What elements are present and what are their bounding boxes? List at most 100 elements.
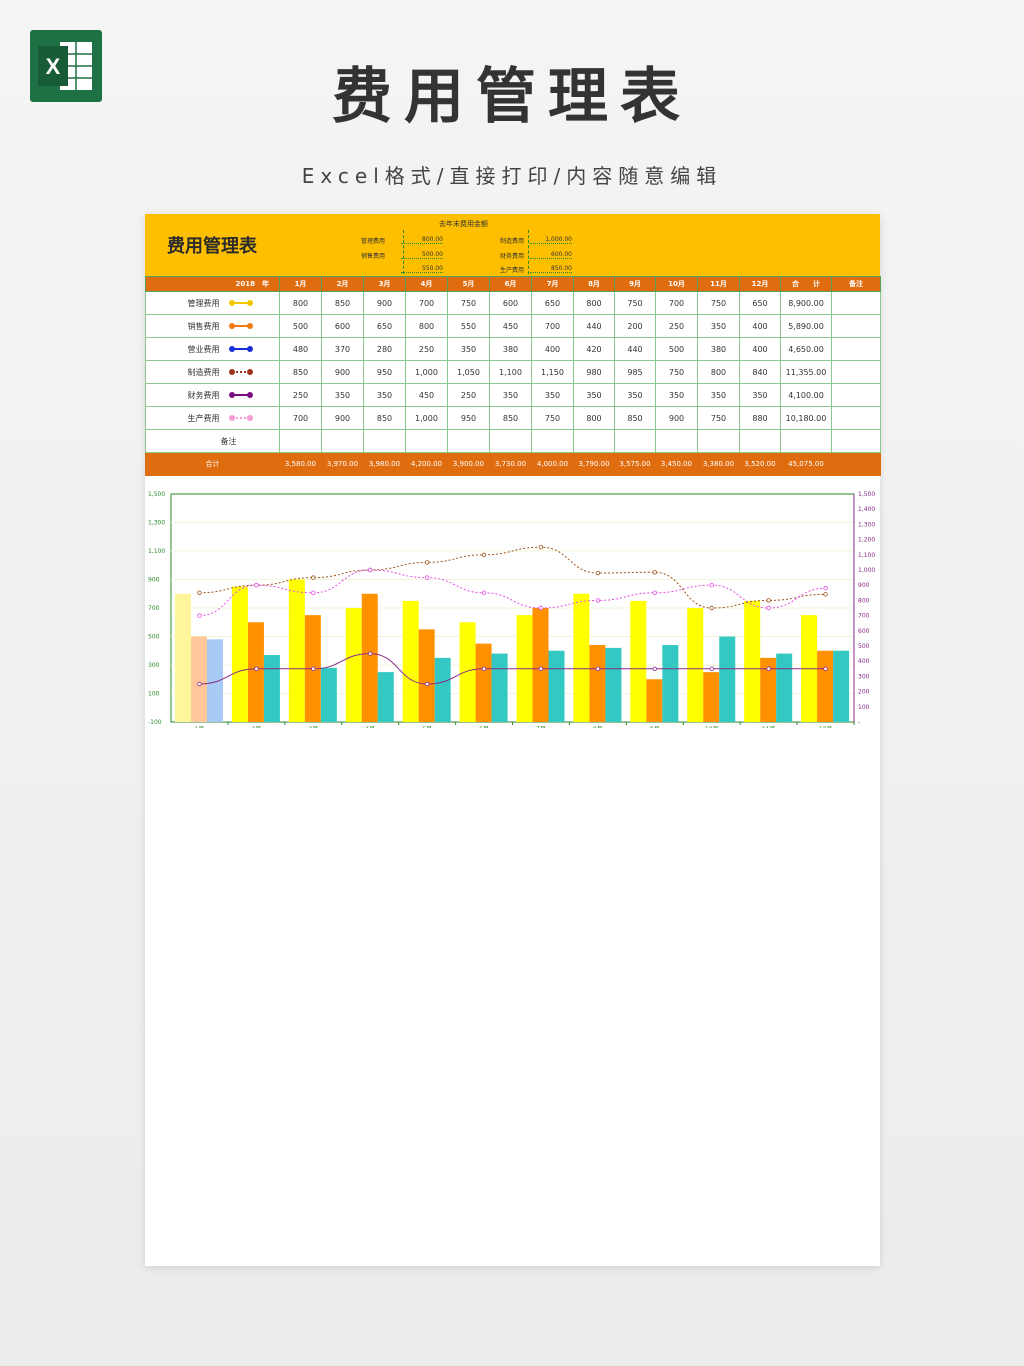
remark-cell[interactable] [489, 429, 532, 453]
value-cell[interactable]: 850 [363, 406, 406, 430]
prev-item-value[interactable]: 600.00 [530, 251, 572, 259]
prev-item-value[interactable]: 850.00 [530, 265, 572, 273]
remark-cell[interactable] [831, 291, 881, 315]
value-cell[interactable]: 700 [655, 291, 698, 315]
month-total-cell[interactable]: 3,730.00 [489, 452, 532, 476]
month-header[interactable]: 11月 [697, 276, 740, 292]
value-cell[interactable]: 380 [489, 337, 532, 361]
row-total-cell[interactable]: 10,180.00 [780, 406, 832, 430]
month-total-cell[interactable]: 3,580.00 [279, 452, 322, 476]
month-header[interactable]: 7月 [531, 276, 574, 292]
value-cell[interactable]: 840 [739, 360, 781, 384]
remark-cell[interactable] [321, 429, 364, 453]
remark-cell[interactable] [831, 337, 881, 361]
value-cell[interactable]: 250 [447, 383, 490, 407]
value-cell[interactable]: 1,100 [489, 360, 532, 384]
value-cell[interactable]: 250 [655, 314, 698, 338]
row-label-cell[interactable]: 管理费用 [145, 291, 280, 315]
value-cell[interactable]: 370 [321, 337, 364, 361]
grand-total-cell[interactable]: 45,075.00 [780, 452, 832, 476]
row-label-cell[interactable]: 营业费用 [145, 337, 280, 361]
remark-cell[interactable] [279, 429, 322, 453]
value-cell[interactable]: 850 [279, 360, 322, 384]
month-header[interactable]: 9月 [614, 276, 656, 292]
value-cell[interactable]: 350 [321, 383, 364, 407]
value-cell[interactable]: 440 [573, 314, 615, 338]
month-header[interactable]: 3月 [363, 276, 406, 292]
month-total-cell[interactable]: 3,575.00 [614, 452, 656, 476]
value-cell[interactable]: 750 [697, 406, 740, 430]
value-cell[interactable]: 1,050 [447, 360, 490, 384]
month-total-cell[interactable]: 3,380.00 [697, 452, 740, 476]
value-cell[interactable]: 350 [531, 383, 574, 407]
remark-cell[interactable] [831, 314, 881, 338]
value-cell[interactable]: 440 [614, 337, 656, 361]
remark-cell[interactable] [831, 406, 881, 430]
value-cell[interactable]: 750 [614, 291, 656, 315]
remark-row-label-cell[interactable]: 备注 [145, 429, 280, 453]
value-cell[interactable]: 350 [447, 337, 490, 361]
value-cell[interactable]: 350 [363, 383, 406, 407]
month-header[interactable]: 2月 [321, 276, 364, 292]
value-cell[interactable]: 850 [489, 406, 532, 430]
row-total-cell[interactable]: 5,890.00 [780, 314, 832, 338]
year-label[interactable]: 2018 年 [145, 276, 280, 292]
value-cell[interactable]: 400 [739, 337, 781, 361]
value-cell[interactable]: 450 [405, 383, 448, 407]
value-cell[interactable]: 750 [697, 291, 740, 315]
value-cell[interactable]: 1,000 [405, 360, 448, 384]
value-cell[interactable]: 985 [614, 360, 656, 384]
month-total-cell[interactable]: 4,000.00 [531, 452, 574, 476]
value-cell[interactable]: 250 [405, 337, 448, 361]
month-total-cell[interactable]: 4,200.00 [405, 452, 448, 476]
value-cell[interactable]: 850 [321, 291, 364, 315]
month-header[interactable]: 4月 [405, 276, 448, 292]
remark-header[interactable]: 备注 [831, 276, 881, 292]
value-cell[interactable]: 200 [614, 314, 656, 338]
value-cell[interactable]: 400 [531, 337, 574, 361]
value-cell[interactable]: 350 [489, 383, 532, 407]
remark-cell[interactable] [831, 429, 881, 453]
value-cell[interactable]: 800 [573, 406, 615, 430]
value-cell[interactable]: 700 [531, 314, 574, 338]
value-cell[interactable]: 950 [447, 406, 490, 430]
remark-cell[interactable] [739, 429, 781, 453]
prev-item-value[interactable]: 800.00 [401, 236, 443, 244]
remark-cell[interactable] [831, 360, 881, 384]
row-label-cell[interactable]: 销售费用 [145, 314, 280, 338]
value-cell[interactable]: 550 [447, 314, 490, 338]
row-total-cell[interactable]: 8,900.00 [780, 291, 832, 315]
month-header[interactable]: 12月 [739, 276, 781, 292]
value-cell[interactable]: 750 [531, 406, 574, 430]
row-label-cell[interactable]: 制造费用 [145, 360, 280, 384]
value-cell[interactable]: 600 [489, 291, 532, 315]
value-cell[interactable]: 350 [739, 383, 781, 407]
value-cell[interactable]: 450 [489, 314, 532, 338]
month-total-cell[interactable]: 3,900.00 [447, 452, 490, 476]
remark-cell[interactable] [573, 429, 615, 453]
remark-cell[interactable] [697, 429, 740, 453]
value-cell[interactable]: 980 [573, 360, 615, 384]
total-row-remark[interactable] [831, 452, 881, 476]
prev-item-value[interactable]: 1,000.00 [530, 236, 572, 244]
total-header[interactable]: 合 计 [780, 276, 832, 292]
value-cell[interactable]: 800 [405, 314, 448, 338]
value-cell[interactable]: 350 [614, 383, 656, 407]
value-cell[interactable]: 420 [573, 337, 615, 361]
value-cell[interactable]: 500 [279, 314, 322, 338]
value-cell[interactable]: 480 [279, 337, 322, 361]
remark-cell[interactable] [405, 429, 448, 453]
value-cell[interactable]: 380 [697, 337, 740, 361]
month-total-cell[interactable]: 3,520.00 [739, 452, 781, 476]
total-row-label[interactable]: 合计 [145, 452, 280, 476]
value-cell[interactable]: 350 [697, 383, 740, 407]
month-total-cell[interactable]: 3,970.00 [321, 452, 364, 476]
month-total-cell[interactable]: 3,980.00 [363, 452, 406, 476]
value-cell[interactable]: 800 [573, 291, 615, 315]
value-cell[interactable]: 650 [531, 291, 574, 315]
remark-cell[interactable] [831, 383, 881, 407]
month-header[interactable]: 1月 [279, 276, 322, 292]
row-label-cell[interactable]: 财务费用 [145, 383, 280, 407]
value-cell[interactable]: 500 [655, 337, 698, 361]
value-cell[interactable]: 880 [739, 406, 781, 430]
